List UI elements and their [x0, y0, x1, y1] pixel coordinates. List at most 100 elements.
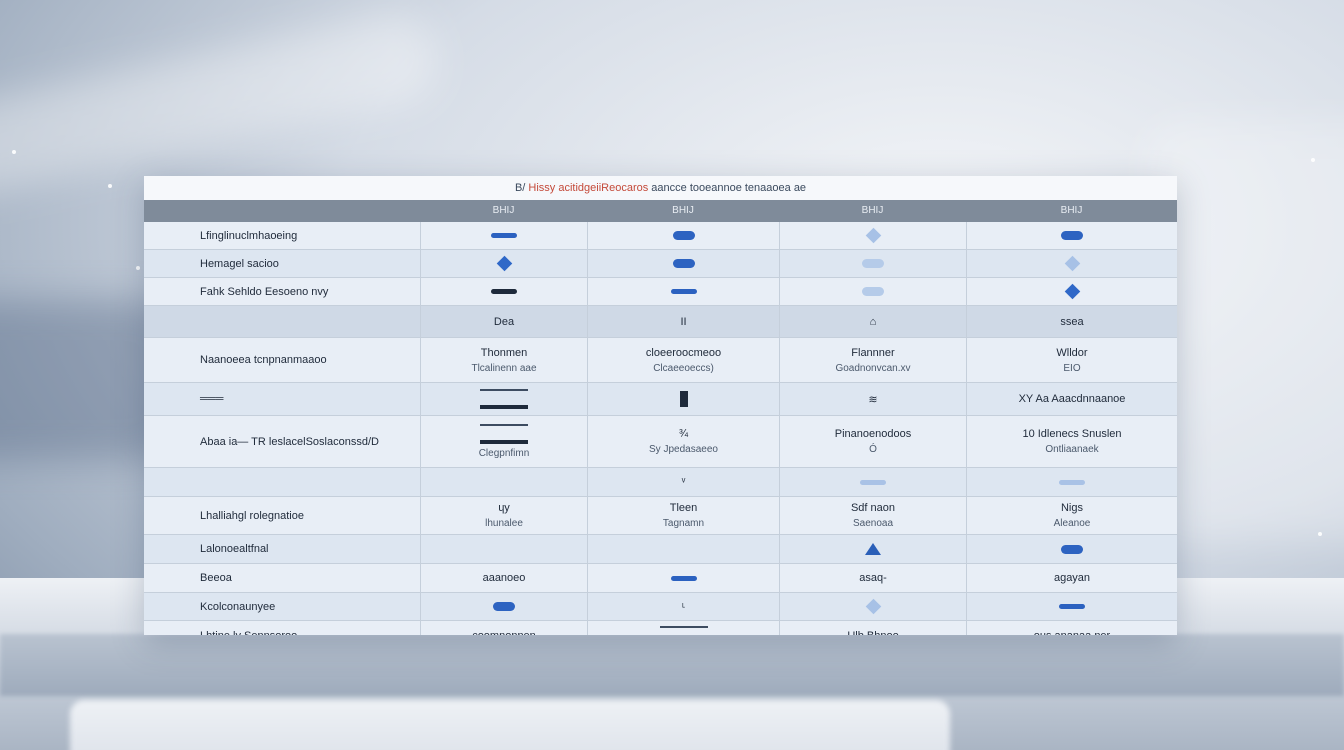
row-label: Lfinglinuclmhaoeing: [200, 229, 298, 242]
cell-marker-icon: [865, 598, 881, 615]
title-suffix: aancce tooeannoe tenaaoea ae: [651, 182, 807, 194]
title-text: Hissy acitidgeiiReocaros: [528, 182, 649, 194]
table-cell: Tleen Tagnamn: [587, 497, 779, 534]
table-cell: [420, 593, 587, 620]
table-row[interactable]: Lfinglinuclmhaoeing: [144, 222, 1177, 250]
table-cell: Ulb Bhnoo: [779, 621, 966, 635]
table-body: Lfinglinuclmhaoeing Hemagel sacioo Fahk Se…: [144, 222, 1177, 635]
cell-marker-icon: [1059, 604, 1085, 609]
table-cell: [420, 222, 587, 249]
cell-text: Tleen: [669, 502, 698, 514]
cell-text: Wlldor: [1056, 346, 1088, 359]
table-cell: [966, 593, 1177, 620]
row-label: [144, 468, 420, 496]
table-cell: [779, 250, 966, 277]
table-cell: Dea: [420, 306, 587, 337]
cell-subtext: Clegpnfimn: [478, 448, 530, 459]
row-label: ═══: [200, 393, 224, 405]
table-row[interactable]: Fahk Sehldo Eesoeno nvy: [144, 278, 1177, 306]
row-label: Lhtine ly Sennsoroo: [144, 621, 420, 635]
table-cell: [587, 250, 779, 277]
header-cell: BHIJ: [492, 205, 515, 216]
table-row[interactable]: Lalonoealtfnal: [144, 535, 1177, 564]
table-row[interactable]: Lhalliahgl rolegnatioe ɥy lhunalee Tleen Tag…: [144, 497, 1177, 535]
table-row[interactable]: Dea II ⌂ ssea: [144, 306, 1177, 338]
table-row[interactable]: Lhtine ly Sennsoroo coomnonnen Ulb Bhnoo ou…: [144, 621, 1177, 635]
cell-subtext: Ontliaanaek: [1045, 444, 1099, 455]
table-cell: [420, 250, 587, 277]
cell-subtext: Aleanoe: [1053, 518, 1091, 529]
cell-subtext: Clcaeeoeccs): [653, 362, 714, 374]
table-cell: [587, 383, 779, 415]
table-title: B/ Hissy acitidgeiiReocaros aancce tooea…: [144, 176, 1177, 200]
cell-text: Nigs: [1060, 502, 1083, 514]
cell-subtext: Tlcalinenn aae: [471, 362, 537, 374]
comparison-table-panel: B/ Hissy acitidgeiiReocaros aancce tooea…: [144, 176, 1177, 635]
table-cell: [587, 621, 779, 635]
table-cell: [587, 535, 779, 563]
cell-marker-icon: [491, 289, 517, 294]
cell-marker-icon: [480, 389, 528, 409]
cell-text: ous ananaa ner: [1034, 630, 1110, 635]
table-cell: [587, 278, 779, 305]
table-cell: [420, 383, 587, 415]
table-row[interactable]: Abaa ia— TR leslacelSoslaconssd/D Clegpnf…: [144, 416, 1177, 468]
cell-marker-icon: [670, 575, 697, 581]
cell-subtext: Ó: [869, 444, 877, 455]
table-cell: Pinanoenodoos Ó: [779, 416, 966, 467]
cell-marker-icon: [860, 479, 886, 485]
table-row[interactable]: ═══ ≋ XY Aa Aaacdnnaanoe: [144, 383, 1177, 416]
cell-subtext: lhunalee: [485, 518, 523, 529]
cell-text: coomnonnen: [472, 630, 536, 635]
table-cell: ᵛ: [587, 468, 779, 496]
row-label: Naanoeea tcnpnanmaaoo: [200, 354, 327, 366]
table-cell: ≋: [779, 383, 966, 415]
cell-marker-icon: [1061, 231, 1083, 240]
table-cell: agayan: [966, 564, 1177, 592]
cell-marker-icon: [862, 287, 884, 296]
cell-text: asaq-: [859, 572, 887, 584]
sparkle: [108, 184, 112, 188]
table-cell: ¾ Sy Jpedasaeeo: [587, 416, 779, 467]
cell-marker-icon: [1064, 255, 1080, 272]
table-cell: Thonmen Tlcalinenn aae: [420, 338, 587, 382]
table-cell: ssea: [966, 306, 1177, 337]
table-row[interactable]: Naanoeea tcnpnanmaaoo Thonmen Tlcalinenn a…: [144, 338, 1177, 383]
table-cell: Wlldor EIO: [966, 338, 1177, 382]
cell-subtext: Goadnonvcan.xv: [835, 362, 911, 374]
row-label: Lhalliahgl rolegnatioe: [200, 509, 304, 522]
table-cell: cloeeroocmeoo Clcaeeoeccs): [587, 338, 779, 382]
table-cell: [966, 250, 1177, 277]
table-cell: Clegpnfimn: [420, 416, 587, 467]
cell-text: Flannner: [851, 346, 895, 359]
table-cell: [779, 278, 966, 305]
cell-text: Thonmen: [480, 346, 528, 359]
cell-marker-icon: [659, 626, 708, 635]
table-cell: ous ananaa ner: [966, 621, 1177, 635]
table-cell: 10 Idlenecs Snuslen Ontliaanaek: [966, 416, 1177, 467]
row-label: Kcolconaunyee: [200, 600, 276, 613]
cell-text: aaanoeo: [482, 572, 526, 584]
table-cell: aaanoeo: [420, 564, 587, 592]
table-cell: [779, 593, 966, 620]
cell-marker-icon: [1064, 283, 1080, 300]
cell-marker-icon: [496, 255, 512, 272]
table-row[interactable]: Hemagel sacioo: [144, 250, 1177, 278]
cell-text: ᶫ: [681, 600, 686, 613]
table-cell: [966, 468, 1177, 496]
table-cell: Flannner Goadnonvcan.xv: [779, 338, 966, 382]
table-cell: [779, 222, 966, 249]
table-row[interactable]: Beeoa aaanoeo asaq-agayan: [144, 564, 1177, 593]
cell-text: ssea: [1060, 315, 1084, 328]
table-cell: Nigs Aleanoe: [966, 497, 1177, 534]
title-prefix: B/: [514, 182, 526, 194]
header-cell: [144, 200, 420, 222]
cell-marker-icon: [865, 227, 881, 244]
table-row[interactable]: ᵛ: [144, 468, 1177, 497]
table-cell: [420, 468, 587, 496]
table-row[interactable]: Kcolconaunyee ᶫ: [144, 593, 1177, 621]
table-cell: [587, 222, 779, 249]
cell-subtext: Saenoaa: [852, 518, 894, 529]
table-cell: [779, 535, 966, 563]
table-cell: [966, 222, 1177, 249]
